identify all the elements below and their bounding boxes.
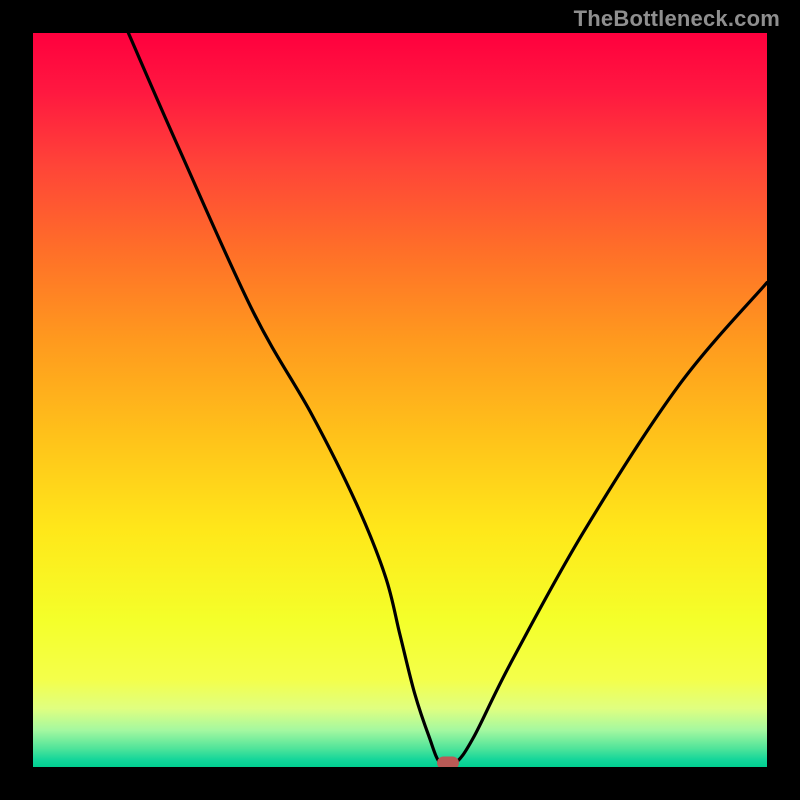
plot-area	[33, 33, 767, 767]
chart-frame: TheBottleneck.com	[0, 0, 800, 800]
optimum-marker	[437, 757, 459, 767]
bottleneck-curve	[33, 33, 767, 767]
watermark-text: TheBottleneck.com	[574, 6, 780, 32]
